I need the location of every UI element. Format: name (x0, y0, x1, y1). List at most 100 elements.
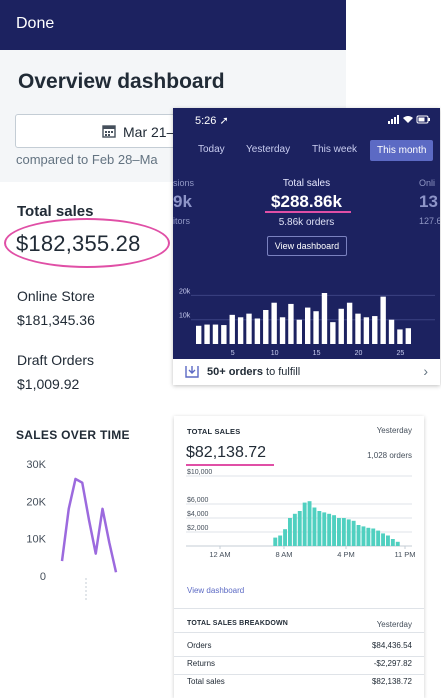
top-bar: Done (0, 0, 346, 50)
breakdown-period: Yesterday (376, 620, 412, 629)
bar (321, 293, 328, 344)
total-sales-value: $288.86k (271, 192, 342, 211)
y-tick-label: 20k (179, 288, 191, 295)
bar (361, 526, 366, 546)
view-dashboard-link[interactable]: View dashboard (187, 586, 244, 595)
inbox-icon (185, 366, 199, 378)
monthly-sales-chart: 20k 10k 5 10 15 20 25 (179, 288, 435, 357)
bar (322, 512, 327, 546)
bar (196, 325, 202, 344)
fulfill-count: 50+ orders (207, 366, 263, 378)
y-tick-label: $2,000 (187, 525, 209, 532)
bar (273, 537, 278, 546)
breakdown-value: $84,436.54 (371, 641, 412, 650)
bar (246, 313, 252, 344)
x-tick-label: 5 (231, 350, 235, 357)
bar (283, 529, 287, 546)
total-sales-label: Total sales (282, 178, 331, 189)
bar (254, 318, 261, 344)
card-header: TOTAL SALES (187, 427, 241, 436)
bar (386, 535, 390, 546)
bar (263, 310, 269, 344)
bar (356, 525, 361, 546)
tab-this-month[interactable]: This month (370, 140, 434, 161)
tab-today[interactable]: Today (198, 144, 225, 155)
tab-this-week[interactable]: This week (312, 144, 357, 155)
bar (376, 530, 381, 546)
divider (174, 608, 424, 609)
bar (288, 303, 294, 344)
online-store-label: Online Store (17, 288, 95, 304)
total-sales-card: TOTAL SALES Yesterday $82,138.72 1,028 o… (174, 416, 424, 698)
bar (351, 520, 356, 546)
x-tick-label: 10 (271, 350, 279, 357)
y-tick-label: 20K (26, 496, 46, 508)
bar (338, 308, 344, 344)
bar (355, 313, 361, 344)
bar (204, 324, 210, 344)
bar (388, 319, 395, 344)
page-title: Overview dashboard (18, 70, 225, 93)
bar (363, 317, 370, 344)
x-tick-label: 25 (397, 350, 405, 357)
bar (317, 511, 322, 546)
y-tick-label: $6,000 (187, 497, 209, 504)
bar (366, 527, 371, 546)
bar (330, 322, 336, 344)
y-tick-label: $4,000 (187, 511, 209, 518)
y-tick-label: 0 (40, 571, 46, 583)
sales-over-time-label: SALES OVER TIME (16, 428, 130, 442)
bar (229, 314, 235, 344)
calendar-icon (102, 125, 116, 138)
draft-orders-value: $1,009.92 (17, 376, 80, 392)
bar (237, 317, 244, 344)
bar (312, 507, 317, 546)
x-tick-label: 4 PM (337, 550, 355, 559)
sales-line (60, 477, 118, 573)
bar (346, 302, 353, 344)
bar (337, 518, 341, 546)
y-tick-label: 10k (179, 313, 191, 320)
x-tick-label: 15 (313, 350, 321, 357)
bar (381, 533, 385, 546)
bar (305, 307, 311, 344)
sales-over-time-chart: 30K 20K 10K 0 (26, 459, 118, 600)
divider (174, 656, 424, 657)
highlight-underline (186, 464, 274, 466)
bar (327, 513, 332, 546)
chevron-right-icon: › (423, 363, 428, 379)
bar (212, 324, 219, 344)
orders-to-fulfill-row[interactable]: 50+ orders to fulfill › (173, 359, 440, 385)
bar (341, 518, 346, 546)
total-sales-value: $82,138.72 (186, 444, 267, 461)
card-period: Yesterday (376, 426, 412, 435)
bar (271, 302, 277, 344)
divider (174, 674, 424, 675)
breakdown-label: Orders (187, 641, 212, 650)
bar (371, 528, 376, 546)
orders-count: 1,028 orders (367, 451, 412, 460)
divider (174, 632, 424, 633)
orders-count: 5.86k orders (278, 217, 335, 228)
bar (346, 519, 351, 546)
hourly-sales-chart: $10,000 $6,000 $4,000 $2,000 12 AM 8 AM 4 PM 11… (186, 469, 416, 559)
status-icons (388, 115, 430, 127)
highlight-underline (265, 211, 351, 213)
bar (302, 502, 307, 546)
bar (307, 501, 312, 546)
bar (279, 317, 286, 344)
breakdown-label: Returns (187, 659, 216, 668)
x-tick-label: 12 AM (209, 550, 230, 559)
done-button[interactable]: Done (16, 15, 54, 32)
y-tick-label: 10K (26, 534, 46, 546)
y-tick-label: 30K (26, 459, 46, 471)
x-tick-label: 20 (355, 350, 363, 357)
draft-orders-label: Draft Orders (17, 352, 95, 368)
tab-yesterday[interactable]: Yesterday (246, 144, 290, 155)
period-tabs: Today Yesterday This week This month (173, 140, 440, 164)
bar (395, 541, 400, 546)
bar (292, 513, 297, 546)
bar (405, 328, 411, 344)
view-dashboard-button[interactable]: View dashboard (267, 236, 347, 256)
bar (390, 539, 395, 546)
